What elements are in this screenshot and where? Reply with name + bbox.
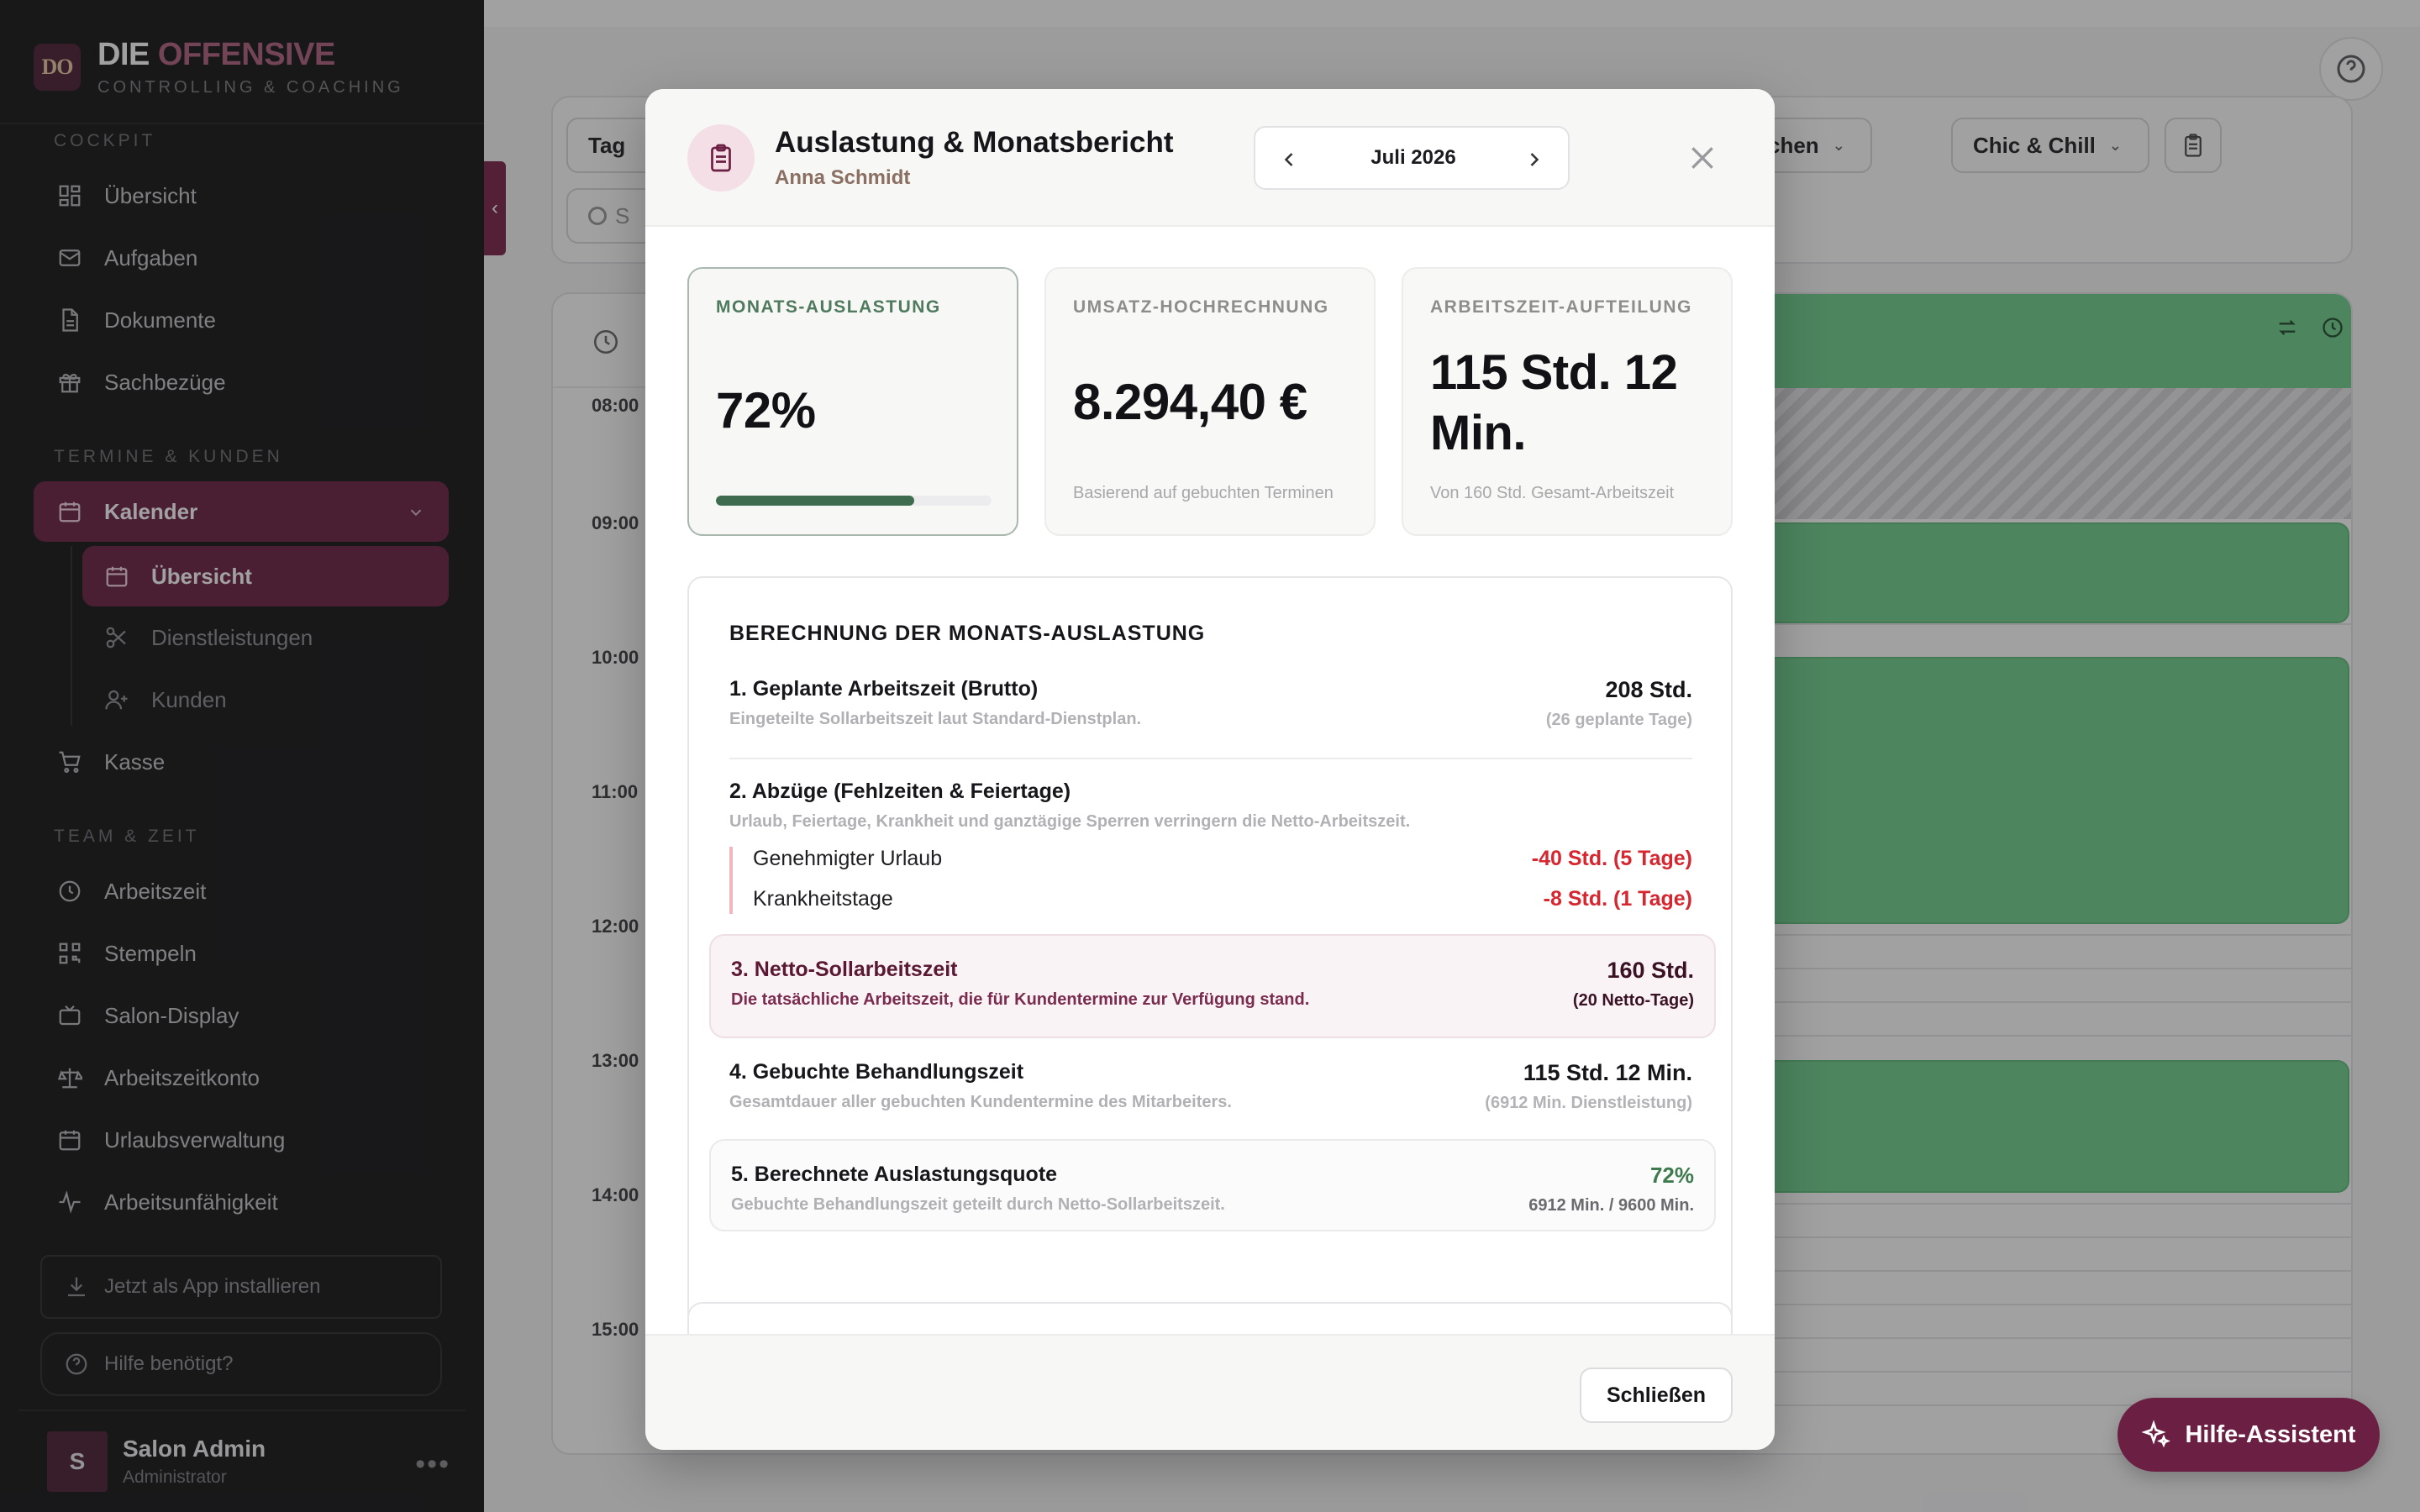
modal-footer: Schließen	[645, 1334, 1775, 1450]
chevron-right-icon[interactable]	[1523, 148, 1546, 171]
calc-step-net: 3. Netto-Sollarbeitszeit Die tatsächlich…	[731, 958, 1694, 1010]
utilization-progress-bar	[716, 496, 992, 506]
clipboard-icon	[687, 124, 755, 192]
kpi-value: 8.294,40 €	[1073, 374, 1307, 430]
modal-employee-name: Anna Schmidt	[775, 166, 911, 189]
deduction-row: Krankheitstage -8 Std. (1 Tage)	[753, 887, 1692, 911]
kpi-revenue: UMSATZ-HOCHRECHNUNG 8.294,40 € Basierend…	[1044, 267, 1376, 536]
calculation-card: BERECHNUNG DER MONATS-AUSLASTUNG 1. Gepl…	[687, 576, 1733, 1349]
calc-step-gross: 1. Geplante Arbeitszeit (Brutto) Eingete…	[729, 677, 1692, 729]
calc-step-deductions: 2. Abzüge (Fehlzeiten & Feiertage) Urlau…	[729, 780, 1411, 831]
modal-header: Auslastung & Monatsbericht Anna Schmidt …	[645, 89, 1775, 227]
kpi-value: 115 Std. 12 Min.	[1430, 345, 1678, 460]
close-icon[interactable]	[1686, 141, 1719, 175]
calc-step-quota-box: 5. Berechnete Auslastungsquote Gebuchte …	[709, 1139, 1716, 1231]
modal-title: Auslastung & Monatsbericht	[775, 126, 1174, 159]
progress-fill	[716, 496, 915, 506]
sparkles-icon	[2141, 1420, 2171, 1448]
calc-step-net-box: 3. Netto-Sollarbeitszeit Die tatsächlich…	[709, 934, 1716, 1038]
kpi-worktime: ARBEITSZEIT-AUFTEILUNG 115 Std. 12 Min. V…	[1402, 267, 1733, 536]
deduction-indicator	[729, 847, 733, 914]
chevron-left-icon[interactable]	[1277, 148, 1301, 171]
close-button[interactable]: Schließen	[1580, 1368, 1733, 1423]
kpi-utilization: MONATS-AUSLASTUNG 72%	[687, 267, 1018, 536]
kpi-label: UMSATZ-HOCHRECHNUNG	[1073, 297, 1329, 317]
calc-step-quota: 5. Berechnete Auslastungsquote Gebuchte …	[731, 1163, 1694, 1215]
kpi-label: MONATS-AUSLASTUNG	[716, 297, 941, 317]
calculation-title: BERECHNUNG DER MONATS-AUSLASTUNG	[729, 622, 1206, 645]
calc-step-booked: 4. Gebuchte Behandlungszeit Gesamtdauer …	[729, 1060, 1692, 1112]
deduction-row: Genehmigter Urlaub -40 Std. (5 Tage)	[753, 847, 1692, 870]
kpi-note: Basierend auf gebuchten Terminen	[1073, 484, 1334, 502]
month-selector: Juli 2026	[1254, 126, 1570, 190]
divider	[729, 758, 1692, 759]
report-modal: Auslastung & Monatsbericht Anna Schmidt …	[645, 89, 1775, 1450]
kpi-note: Von 160 Std. Gesamt-Arbeitszeit	[1430, 484, 1675, 502]
kpi-label: ARBEITSZEIT-AUFTEILUNG	[1430, 297, 1692, 317]
help-assistant-button[interactable]: Hilfe-Assistent	[2118, 1398, 2380, 1472]
kpi-value: 72%	[716, 382, 816, 438]
